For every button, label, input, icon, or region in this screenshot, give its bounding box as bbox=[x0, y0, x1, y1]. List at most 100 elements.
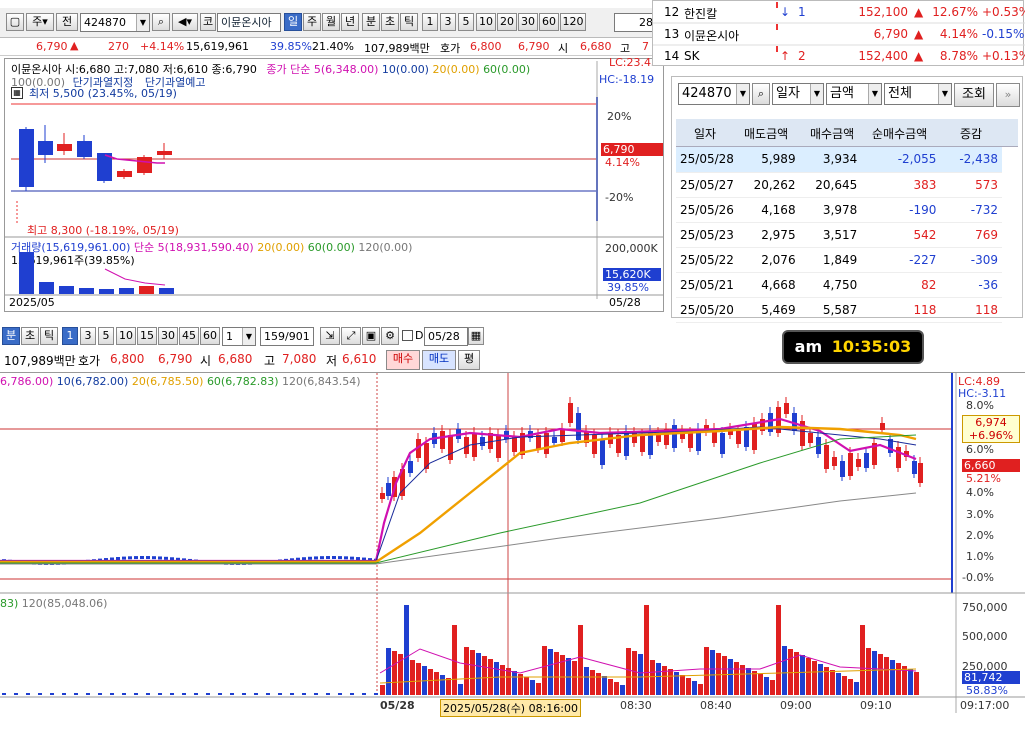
minute-30[interactable]: 30 bbox=[518, 13, 538, 31]
invest-code-input[interactable]: 424870 ▼ bbox=[678, 83, 750, 105]
volume-bar bbox=[548, 649, 553, 695]
d-checkbox[interactable] bbox=[402, 330, 413, 341]
volume-bar bbox=[722, 656, 727, 695]
cell: 25/05/21 bbox=[676, 272, 738, 298]
m-open-label: 시 bbox=[200, 354, 212, 368]
interval-1[interactable]: 1 bbox=[62, 327, 78, 345]
chevron-down-icon[interactable]: ▼ bbox=[938, 84, 951, 104]
volume-bar bbox=[536, 683, 541, 695]
date-input[interactable]: 05/28 bbox=[424, 327, 468, 346]
period-select[interactable]: 일자 ▼ bbox=[772, 83, 824, 105]
tab-tick[interactable]: 틱 bbox=[400, 13, 418, 31]
search-icon[interactable]: ⌕ bbox=[752, 83, 770, 105]
daily-chart-panel[interactable]: 이뮨온시아 시:6,680 고:7,080 저:6,610 종:6,790 종가… bbox=[4, 56, 664, 312]
volume-bar bbox=[776, 605, 781, 695]
gear-icon[interactable]: ⚙ bbox=[381, 327, 399, 345]
rank-row[interactable]: 12 한진칼 ↓ 1 152,100 ▲ 12.67% +0.53% bbox=[652, 2, 1025, 22]
tab-day[interactable]: 일 bbox=[284, 13, 302, 31]
speaker-icon[interactable]: ◀▾ bbox=[172, 13, 198, 31]
up-arrow-icon: ▲ bbox=[70, 39, 79, 52]
table-row[interactable]: 25/05/28 5,989 3,934 -2,055 -2,438 bbox=[676, 147, 1002, 173]
minute-5[interactable]: 5 bbox=[458, 13, 474, 31]
volume-bar bbox=[554, 652, 559, 695]
high: 7 bbox=[642, 40, 649, 53]
tab-month[interactable]: 월 bbox=[322, 13, 340, 31]
stock-name-field[interactable]: 이뮨온시아 bbox=[217, 13, 281, 32]
volume-bar bbox=[614, 682, 619, 695]
buy-button[interactable]: 매수 bbox=[386, 350, 420, 370]
table-row[interactable]: 25/05/22 2,076 1,849 -227 -309 bbox=[676, 247, 1002, 273]
interval-45[interactable]: 45 bbox=[179, 327, 199, 345]
volume-bar bbox=[62, 693, 66, 695]
tab-year[interactable]: 년 bbox=[341, 13, 359, 31]
mode-select[interactable]: 주▾ bbox=[26, 13, 54, 31]
ma20-line bbox=[0, 425, 917, 564]
rank-row[interactable]: 13 이뮨온시아 6,790 ▲ 4.14% -0.15% bbox=[652, 24, 1024, 44]
code-input[interactable]: 424870 ▼ bbox=[80, 13, 150, 32]
line-icon[interactable]: ⤢ bbox=[341, 327, 361, 345]
market-select[interactable]: 코 bbox=[200, 13, 216, 31]
interval-5[interactable]: 5 bbox=[98, 327, 114, 345]
minute-10[interactable]: 10 bbox=[476, 13, 496, 31]
candle-body bbox=[448, 435, 453, 460]
sell-button[interactable]: 매도 bbox=[422, 350, 456, 370]
next-icon[interactable]: » bbox=[996, 83, 1020, 107]
chevron-down-icon[interactable]: ▼ bbox=[136, 14, 149, 31]
table-row[interactable]: 25/05/27 20,262 20,645 383 573 bbox=[676, 172, 1002, 198]
volume-bar bbox=[854, 682, 859, 695]
ask: 6,800 bbox=[470, 40, 502, 53]
chevron-down-icon[interactable]: ▼ bbox=[810, 84, 823, 104]
rank-rate: 12.67% bbox=[932, 5, 978, 19]
candle-body bbox=[512, 437, 517, 452]
interval-15[interactable]: 15 bbox=[137, 327, 157, 345]
chevron-down-icon[interactable]: ▼ bbox=[736, 84, 749, 104]
tab-minute2[interactable]: 분 bbox=[2, 327, 20, 345]
interval-30[interactable]: 30 bbox=[158, 327, 178, 345]
type-select[interactable]: 전 bbox=[56, 13, 78, 31]
candle-body bbox=[146, 556, 150, 560]
candle-body bbox=[356, 557, 360, 561]
tab-second[interactable]: 초 bbox=[381, 13, 399, 31]
minute-chart-panel[interactable]: 6,786.00) 10(6,782.00) 20(6,785.50) 60(6… bbox=[0, 372, 1025, 729]
unit-input[interactable]: 1 ▼ bbox=[222, 327, 256, 346]
scope-select[interactable]: 전체 ▼ bbox=[884, 83, 952, 105]
volume-bar bbox=[698, 684, 703, 695]
minute-3[interactable]: 3 bbox=[440, 13, 456, 31]
page-input[interactable]: 159/901 bbox=[260, 327, 314, 346]
unit-select[interactable]: 금액 ▼ bbox=[826, 83, 882, 105]
tab-minute[interactable]: 분 bbox=[362, 13, 380, 31]
candle-body bbox=[768, 413, 773, 432]
pointer-icon[interactable]: ⇲ bbox=[320, 327, 340, 345]
interval-10[interactable]: 10 bbox=[116, 327, 136, 345]
volume-bar bbox=[428, 669, 433, 695]
interval-3[interactable]: 3 bbox=[80, 327, 96, 345]
calendar-icon[interactable]: ▦ bbox=[468, 327, 484, 345]
chevron-down-icon[interactable]: ▼ bbox=[868, 84, 881, 104]
cell: 2,975 bbox=[737, 222, 800, 248]
window-icon[interactable]: ▢ bbox=[6, 13, 24, 31]
chevron-down-icon[interactable]: ▼ bbox=[242, 328, 255, 345]
save-icon[interactable]: ▣ bbox=[362, 327, 380, 345]
table-row[interactable]: 25/05/23 2,975 3,517 542 769 bbox=[676, 222, 1002, 248]
tab-tick2[interactable]: 틱 bbox=[40, 327, 58, 345]
query-button[interactable]: 조회 bbox=[954, 83, 994, 107]
minute-60[interactable]: 60 bbox=[539, 13, 559, 31]
search-icon[interactable]: ⌕ bbox=[152, 13, 170, 31]
average-button[interactable]: 평 bbox=[458, 350, 480, 370]
candle-body bbox=[38, 141, 53, 155]
investor-panel[interactable]: 424870 ▼ ⌕ 일자 ▼ 금액 ▼ 전체 ▼ 조회 » 일자 매도금액 매수금액 … bbox=[671, 76, 1023, 323]
interval-60[interactable]: 60 bbox=[200, 327, 220, 345]
tab-week[interactable]: 주 bbox=[303, 13, 321, 31]
minute-20[interactable]: 20 bbox=[497, 13, 517, 31]
table-row[interactable]: 25/05/21 4,668 4,750 82 -36 bbox=[676, 272, 1002, 298]
minute-1[interactable]: 1 bbox=[422, 13, 438, 31]
stock-name: SK bbox=[684, 49, 700, 63]
table-row[interactable]: 25/05/20 5,469 5,587 118 118 bbox=[676, 297, 1002, 323]
vol-axis: 200,000K bbox=[605, 242, 658, 255]
up-arrow-icon: ▲ bbox=[914, 27, 924, 41]
minute-120[interactable]: 120 bbox=[560, 13, 586, 31]
up-arrow-icon: ▲ bbox=[914, 49, 924, 63]
tab-second2[interactable]: 초 bbox=[21, 327, 39, 345]
table-row[interactable]: 25/05/26 4,168 3,978 -190 -732 bbox=[676, 197, 1002, 223]
rank-row[interactable]: 14 SK ↑ 2 152,400 ▲ 8.78% +0.13% bbox=[652, 46, 1025, 66]
